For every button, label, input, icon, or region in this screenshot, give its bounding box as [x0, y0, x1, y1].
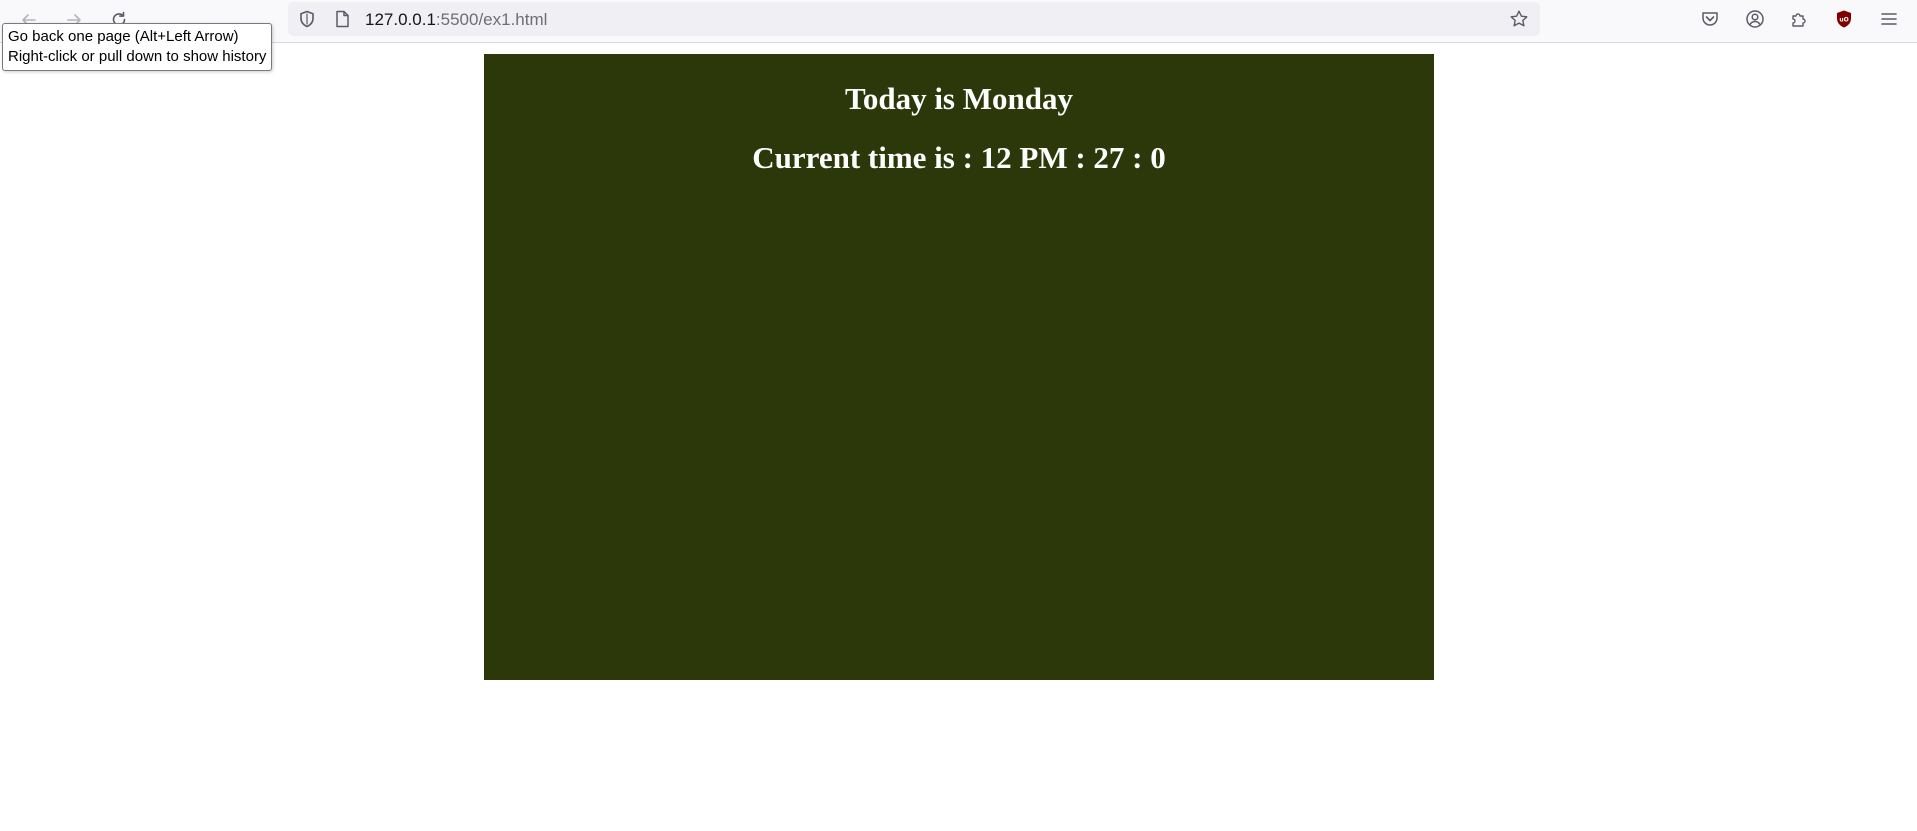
time-heading: Current time is : 12 PM : 27 : 0	[752, 140, 1166, 175]
pocket-icon[interactable]	[1698, 7, 1722, 31]
clock-panel: Today is Monday Current time is : 12 PM …	[484, 54, 1434, 680]
url-host: 127.0.0.1	[365, 10, 436, 29]
day-heading: Today is Monday	[845, 81, 1073, 116]
bookmark-star-icon[interactable]	[1509, 9, 1529, 29]
url-text[interactable]: 127.0.0.1:5500/ex1.html	[365, 10, 547, 30]
url-path: :5500/ex1.html	[435, 10, 548, 29]
extensions-icon[interactable]	[1787, 7, 1811, 31]
account-icon[interactable]	[1743, 7, 1767, 31]
page-info-icon[interactable]	[332, 9, 352, 29]
address-bar[interactable]: 127.0.0.1:5500/ex1.html	[288, 2, 1540, 36]
hamburger-menu-icon[interactable]	[1877, 7, 1901, 31]
back-button-tooltip: Go back one page (Alt+Left Arrow) Right-…	[2, 23, 273, 71]
tracking-protection-shield-icon[interactable]	[297, 9, 317, 29]
tooltip-line-1: Go back one page (Alt+Left Arrow)	[8, 28, 239, 45]
tooltip-line-2: Right-click or pull down to show history	[8, 48, 267, 65]
svg-text:uO: uO	[1839, 17, 1848, 24]
browser-toolbar: 127.0.0.1:5500/ex1.html uO	[0, 0, 1917, 43]
ublock-origin-icon[interactable]: uO	[1832, 7, 1856, 31]
